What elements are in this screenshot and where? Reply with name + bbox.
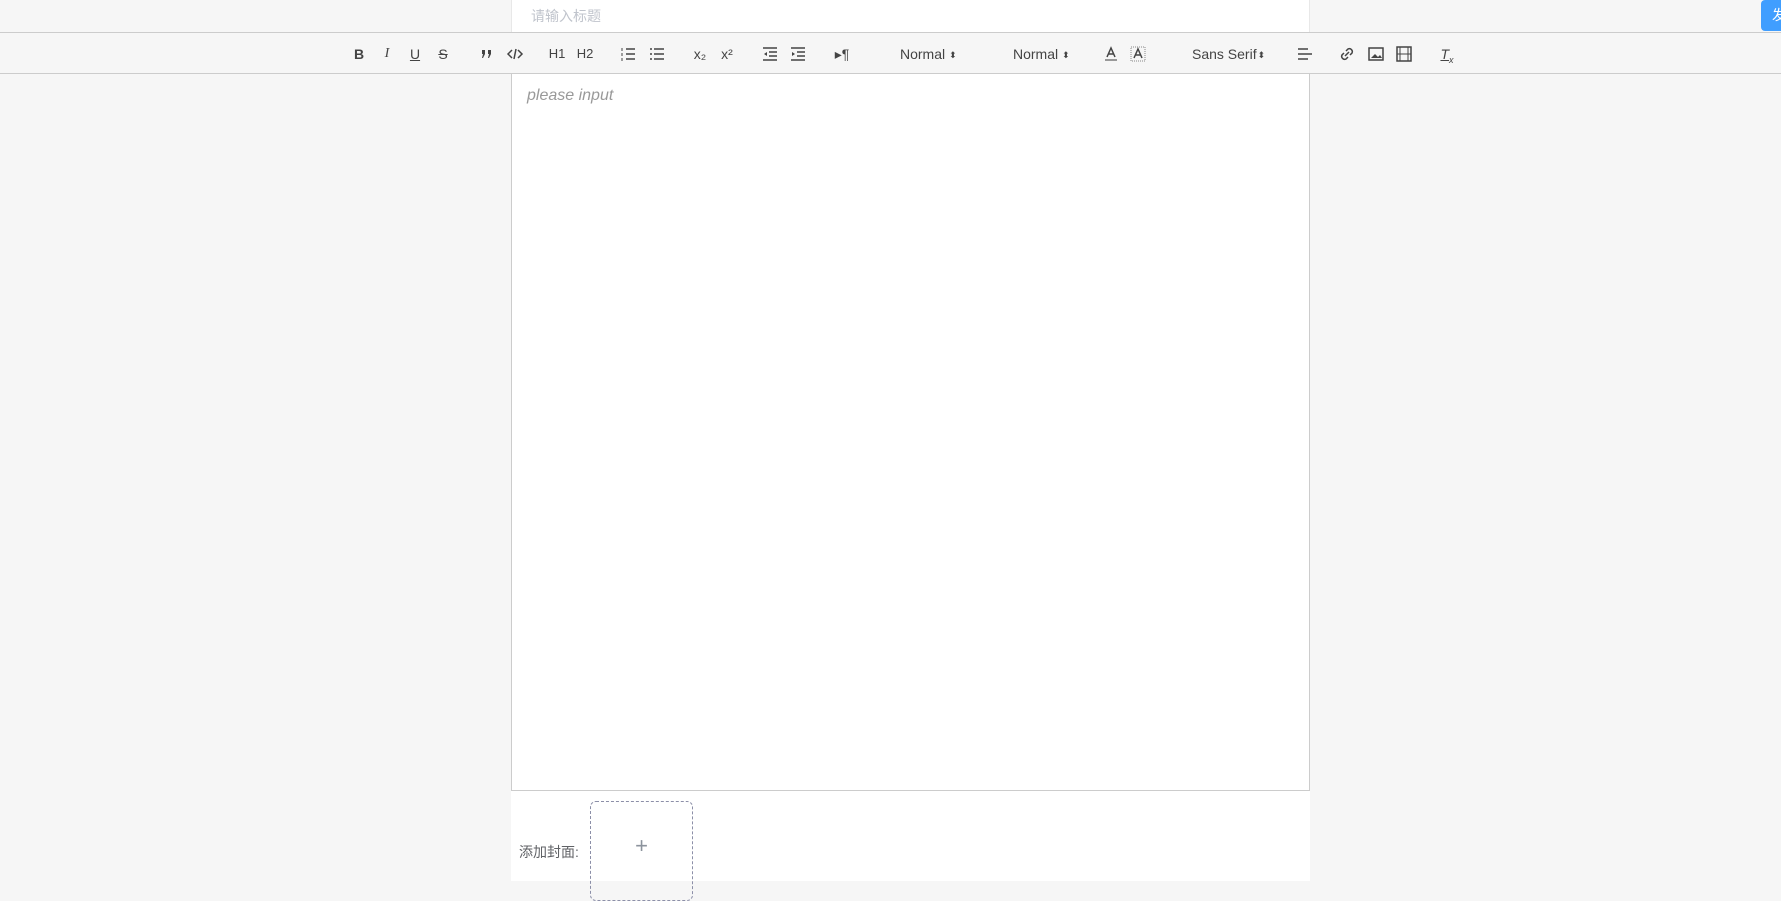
link-button[interactable]: [1336, 43, 1358, 65]
outdent-button[interactable]: [759, 43, 781, 65]
header-select-value: Normal: [1013, 46, 1059, 62]
underline-button[interactable]: U: [404, 43, 426, 65]
strike-button[interactable]: S: [432, 43, 454, 65]
cover-section: 添加封面: +: [511, 791, 1310, 901]
title-input-container: [511, 0, 1310, 32]
clean-format-icon: Tx: [1440, 46, 1454, 65]
select-arrow-icon: ⬍: [949, 50, 957, 60]
video-icon: [1396, 46, 1412, 62]
bullet-list-button[interactable]: [646, 43, 668, 65]
background-color-button[interactable]: [1127, 43, 1149, 65]
background-color-icon: [1130, 46, 1146, 62]
italic-button[interactable]: I: [376, 43, 398, 65]
text-color-button[interactable]: [1100, 43, 1122, 65]
code-block-button[interactable]: [504, 43, 526, 65]
header-select[interactable]: Normal ⬍: [1013, 43, 1070, 65]
cover-label: 添加封面:: [519, 844, 579, 860]
select-arrow-icon: ⬍: [1257, 50, 1266, 60]
header2-button[interactable]: H2: [574, 43, 596, 65]
quote-icon: [482, 50, 491, 58]
editor-content[interactable]: please input: [511, 74, 1310, 791]
title-input[interactable]: [512, 0, 1309, 32]
subscript-button[interactable]: x₂: [689, 43, 711, 65]
clean-format-button[interactable]: Tx: [1436, 43, 1458, 65]
bullet-list-icon: [650, 48, 664, 60]
font-select-value: Sans Serif: [1192, 46, 1257, 62]
ordered-list-icon: [621, 48, 635, 61]
font-select[interactable]: Sans Serif⬍: [1192, 43, 1265, 65]
link-icon: [1340, 47, 1354, 61]
publish-button[interactable]: 发布: [1761, 0, 1781, 31]
blockquote-button[interactable]: [476, 43, 498, 65]
align-left-icon: [1298, 48, 1312, 60]
indent-button[interactable]: [787, 43, 809, 65]
plus-icon: +: [635, 833, 648, 858]
outdent-icon: [763, 47, 777, 61]
image-button[interactable]: [1365, 43, 1387, 65]
image-icon: [1368, 47, 1384, 61]
superscript-button[interactable]: x²: [716, 43, 738, 65]
video-button[interactable]: [1393, 43, 1415, 65]
cover-upload-button[interactable]: +: [590, 801, 693, 901]
bold-button[interactable]: B: [348, 43, 370, 65]
size-select-value: Normal: [900, 46, 946, 62]
align-button[interactable]: [1294, 43, 1316, 65]
header1-button[interactable]: H1: [546, 43, 568, 65]
size-select[interactable]: Normal ⬍: [900, 43, 957, 65]
ordered-list-button[interactable]: [617, 43, 639, 65]
indent-icon: [791, 47, 805, 61]
editor-toolbar: B I U S H1 H2 x₂ x² ▸¶ Normal ⬍ Normal ⬍ S…: [0, 32, 1781, 74]
editor-placeholder: please input: [527, 87, 614, 104]
text-direction-button[interactable]: ▸¶: [831, 43, 853, 65]
text-color-icon: [1105, 46, 1117, 61]
select-arrow-icon: ⬍: [1062, 50, 1070, 60]
code-icon: [506, 48, 524, 60]
